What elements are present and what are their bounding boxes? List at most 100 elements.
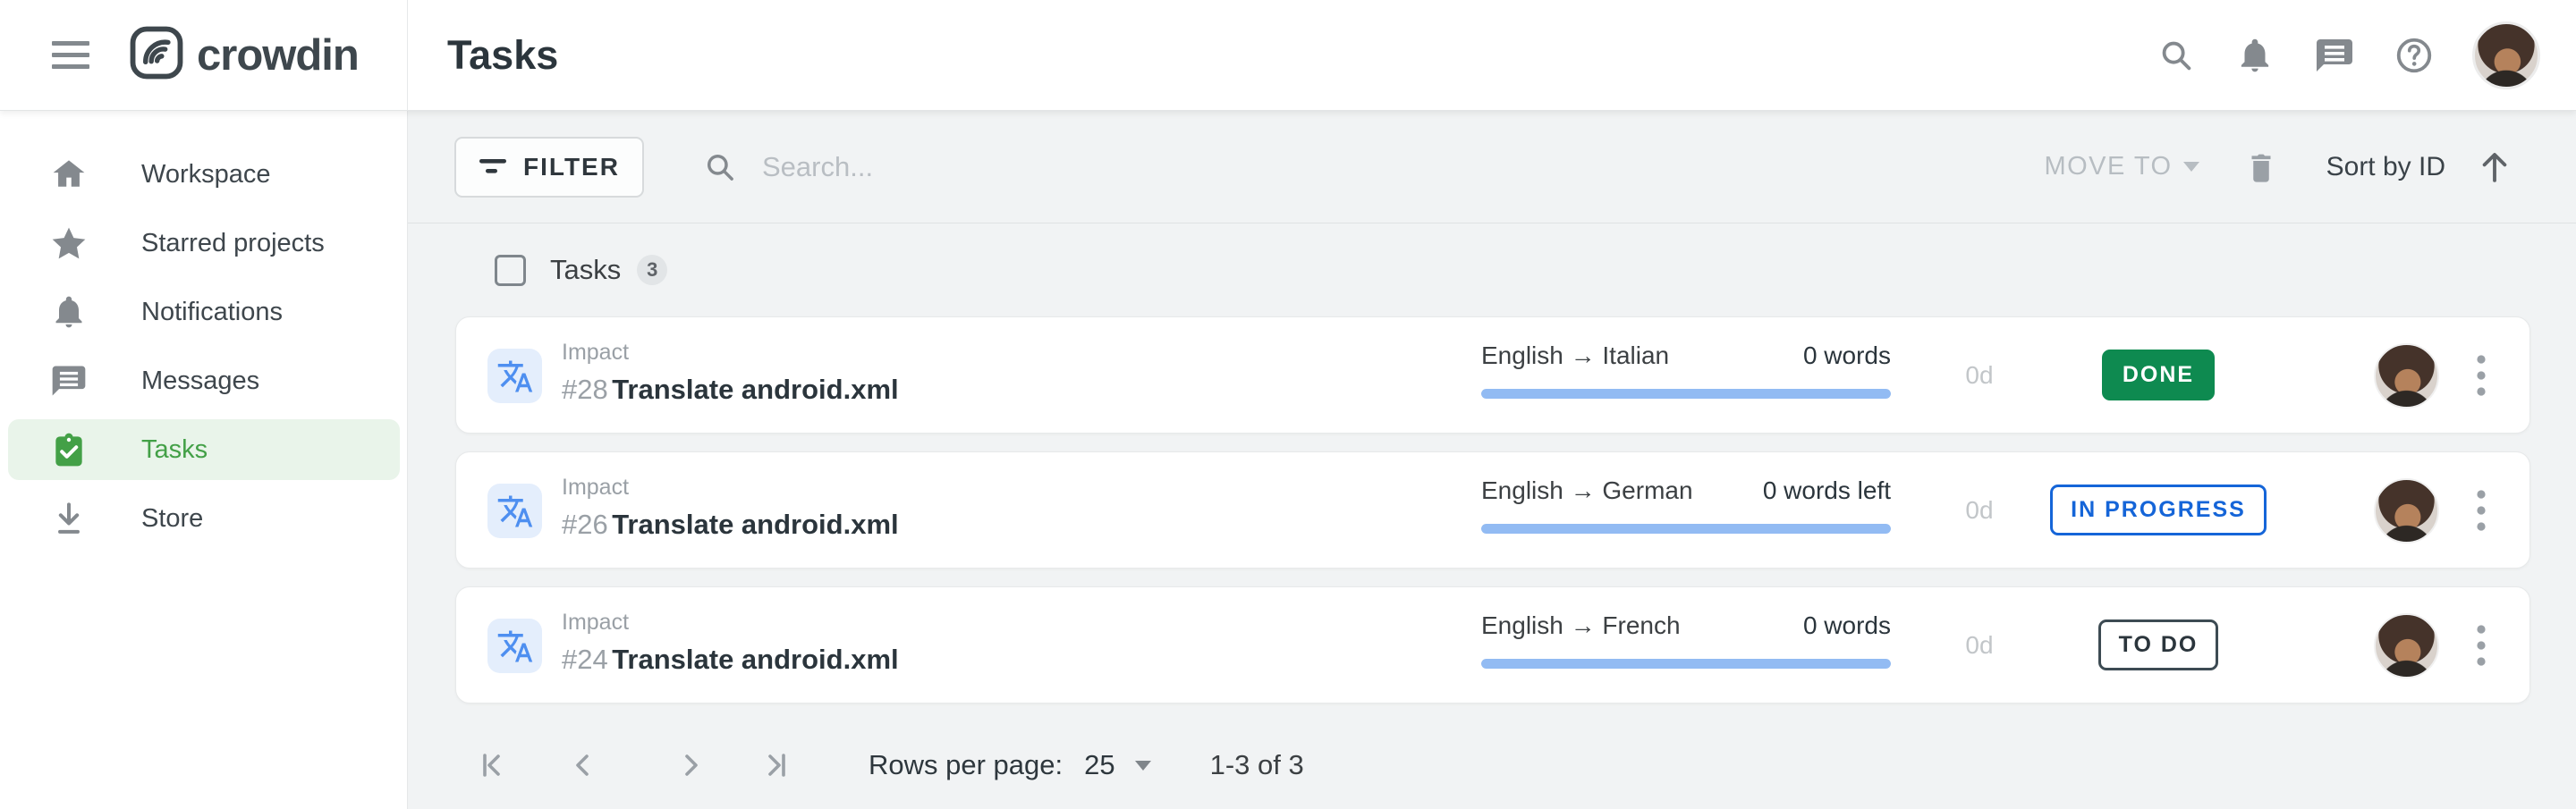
filter-button[interactable]: FILTER (454, 137, 644, 198)
sidebar-item-workspace[interactable]: Workspace (8, 144, 400, 205)
star-icon (48, 223, 89, 263)
tasks-toolbar: FILTER MOVE TO (408, 111, 2576, 223)
translate-icon (487, 349, 542, 403)
search-icon (701, 148, 739, 186)
bell-icon (48, 292, 89, 332)
tasks-list-area: Tasks 3 Impact #28 Translate andr (408, 223, 2576, 809)
due-label: 0d (1930, 587, 2029, 703)
chevron-left-icon (568, 750, 598, 780)
sidebar-item-store[interactable]: Store (8, 488, 400, 549)
task-title: Translate android.xml (612, 644, 898, 675)
assignee-avatar (2374, 613, 2439, 678)
home-icon (48, 155, 89, 194)
trash-icon (2242, 148, 2280, 186)
store-download-icon (48, 499, 89, 538)
list-header-label: Tasks (550, 254, 621, 286)
row-menu-button[interactable] (2456, 482, 2506, 539)
sidebar-item-messages[interactable]: Messages (8, 350, 400, 411)
project-name: Impact (562, 475, 899, 501)
rows-per-page-label: Rows per page: (869, 749, 1063, 781)
progress-bar (1481, 389, 1891, 399)
task-row[interactable]: Impact #26 Translate android.xml English… (455, 451, 2530, 569)
rows-per-page-select[interactable]: 25 (1084, 749, 1150, 781)
first-page-icon (477, 750, 507, 780)
page-title: Tasks (447, 32, 558, 79)
crowdin-logo-text: crowdin (197, 30, 359, 80)
sidebar-item-tasks[interactable]: Tasks (8, 419, 400, 480)
last-page-icon (761, 750, 792, 780)
progress-bar (1481, 524, 1891, 534)
pagination-range: 1-3 of 3 (1210, 749, 1304, 781)
help-button[interactable] (2394, 35, 2435, 76)
help-icon (2394, 35, 2435, 76)
words-count: 0 words left (1763, 476, 1891, 505)
progress-bar (1481, 659, 1891, 669)
assignee-avatar (2374, 478, 2439, 544)
message-icon (48, 361, 89, 400)
language-pair: English → German (1481, 476, 1693, 505)
app-root: crowdin Tasks (0, 0, 2576, 809)
row-menu-button[interactable] (2456, 347, 2506, 404)
body: Workspace Starred projects Notifications… (0, 111, 2576, 809)
messages-button[interactable] (2313, 34, 2356, 77)
crowdin-logo-icon (129, 25, 184, 85)
row-menu-button[interactable] (2456, 617, 2506, 674)
sort-by-button[interactable]: Sort by ID (2326, 152, 2445, 182)
crowdin-logo[interactable]: crowdin (129, 25, 359, 85)
chevron-down-icon (2183, 162, 2199, 172)
task-title: Translate android.xml (612, 374, 898, 405)
header-actions (2156, 21, 2540, 89)
header-main-zone: Tasks (408, 0, 2576, 110)
first-page-button[interactable] (477, 747, 507, 783)
chevron-down-icon (1135, 761, 1151, 771)
status-badge: IN PROGRESS (2050, 485, 2267, 535)
user-avatar[interactable] (2472, 21, 2540, 89)
due-label: 0d (1930, 452, 2029, 568)
task-cards: Impact #28 Translate android.xml English… (408, 316, 2576, 721)
status-badge: TO DO (2098, 619, 2219, 670)
last-page-button[interactable] (761, 747, 792, 783)
sidebar-item-starred-projects[interactable]: Starred projects (8, 213, 400, 274)
kebab-icon (2475, 352, 2487, 399)
translate-icon (487, 484, 542, 538)
words-count: 0 words (1803, 611, 1891, 640)
main-content: FILTER MOVE TO (408, 111, 2576, 809)
sort-direction-button[interactable] (2476, 148, 2513, 186)
translate-icon (487, 619, 542, 673)
search-icon (2156, 35, 2197, 76)
sidebar-item-notifications[interactable]: Notifications (8, 282, 400, 342)
global-search-button[interactable] (2156, 35, 2197, 76)
pagination: Rows per page: 25 1-3 of 3 (408, 721, 2576, 809)
due-label: 0d (1930, 317, 2029, 433)
toolbar-right-actions: MOVE TO Sort by ID (2044, 148, 2576, 186)
project-name: Impact (562, 340, 899, 366)
tasks-icon (48, 430, 89, 469)
task-id: #24 (562, 644, 608, 675)
task-id: #28 (562, 374, 608, 405)
assignee-avatar (2374, 343, 2439, 409)
move-to-dropdown[interactable]: MOVE TO (2044, 152, 2199, 181)
project-name: Impact (562, 610, 899, 636)
menu-hamburger-button[interactable] (47, 36, 95, 74)
delete-tasks-button[interactable] (2242, 148, 2280, 186)
language-pair: English → French (1481, 611, 1681, 640)
select-all-checkbox[interactable] (495, 255, 526, 286)
task-row[interactable]: Impact #28 Translate android.xml English… (455, 316, 2530, 434)
kebab-icon (2475, 487, 2487, 534)
task-row[interactable]: Impact #24 Translate android.xml English… (455, 586, 2530, 704)
header-brand-zone: crowdin (0, 0, 408, 110)
filter-icon (479, 156, 507, 179)
language-pair: English → Italian (1481, 341, 1669, 370)
status-badge: DONE (2102, 350, 2215, 400)
next-page-button[interactable] (675, 747, 706, 783)
chevron-right-icon (675, 750, 706, 780)
task-search (701, 148, 1317, 186)
previous-page-button[interactable] (568, 747, 598, 783)
top-header: crowdin Tasks (0, 0, 2576, 111)
search-input[interactable] (762, 151, 1317, 183)
words-count: 0 words (1803, 341, 1891, 370)
notifications-button[interactable] (2234, 35, 2275, 76)
task-title: Translate android.xml (612, 509, 898, 540)
chat-icon (2313, 34, 2356, 77)
tasks-count-badge: 3 (637, 255, 667, 285)
